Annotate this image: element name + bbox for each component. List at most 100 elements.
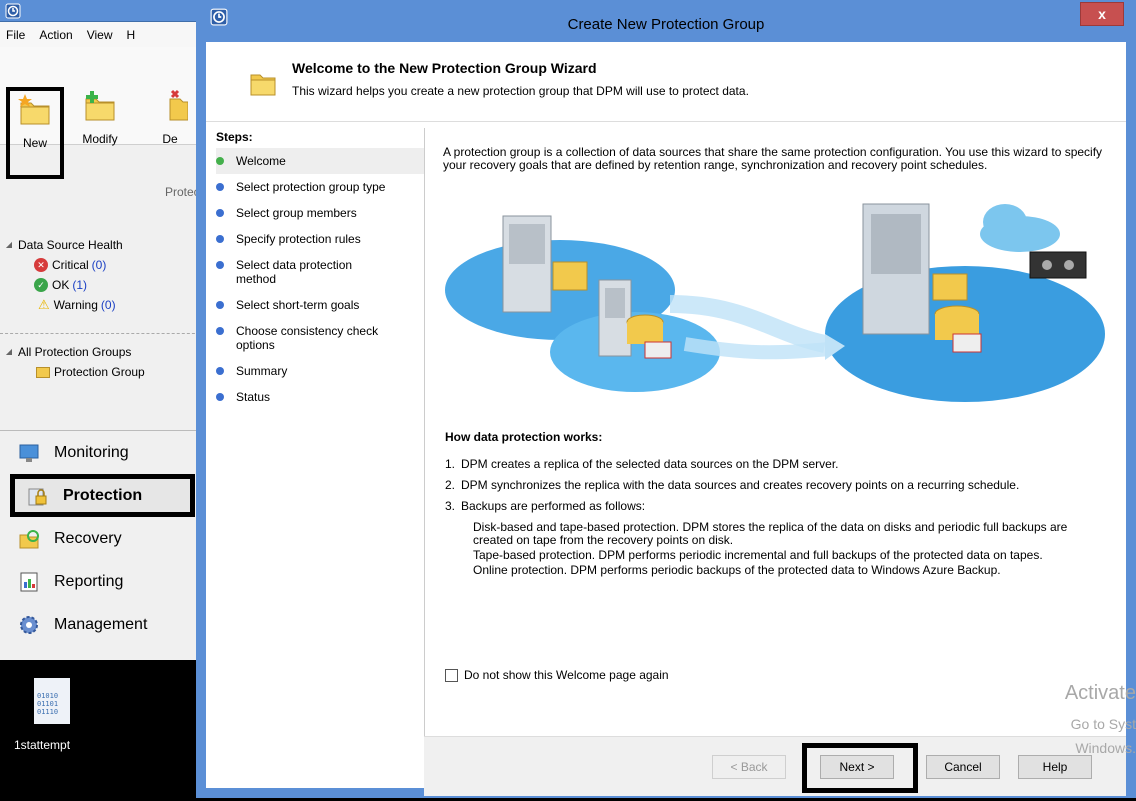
menu-file[interactable]: File [6, 28, 25, 42]
how-item-number: 1. [445, 457, 456, 471]
warning-icon: ⚠ [38, 297, 50, 312]
collapse-caret-icon[interactable]: ◢ [0, 342, 18, 362]
menu-view[interactable]: View [87, 28, 113, 42]
step-short-term-goals[interactable]: Select short-term goals [216, 292, 430, 318]
help-button[interactable]: Help [1018, 755, 1092, 779]
all-protection-groups-node[interactable]: ◢ All Protection Groups [0, 342, 205, 362]
critical-count[interactable]: (0) [92, 255, 107, 275]
how-it-works-section: How data protection works: 1. DPM creates… [445, 430, 1105, 577]
how-item: 3. Backups are performed as follows: [445, 500, 1105, 513]
health-critical-row[interactable]: ✕ Critical (0) [0, 255, 205, 275]
folder-icon [250, 74, 276, 96]
step-dot-icon [216, 367, 224, 375]
wizard-header: Welcome to the New Protection Group Wiza… [206, 42, 1126, 122]
health-ok-row[interactable]: ✓ OK (1) [0, 275, 205, 295]
delete-button-label: De [162, 132, 178, 146]
how-item-text: DPM synchronizes the replica with the da… [461, 478, 1020, 492]
nav-recovery[interactable]: Recovery [0, 517, 205, 560]
step-status[interactable]: Status [216, 384, 430, 410]
back-button[interactable]: < Back [712, 755, 786, 779]
protection-group-icon [36, 366, 50, 378]
menu-action[interactable]: Action [39, 28, 72, 42]
skip-welcome-checkbox[interactable] [445, 668, 458, 682]
wizard-title: Welcome to the New Protection Group Wiza… [292, 60, 597, 76]
desktop-file-icon[interactable]: 01010 01101 01110 1stattempt [14, 678, 104, 752]
nav-protection[interactable]: Protection [10, 474, 195, 517]
cancel-button[interactable]: Cancel [926, 755, 1000, 779]
nav-management[interactable]: Management [0, 603, 205, 646]
step-label: Welcome [236, 154, 286, 168]
protection-group-item[interactable]: Protection Group [0, 362, 205, 382]
step-label: Summary [236, 364, 288, 378]
warning-count[interactable]: (0) [101, 295, 116, 315]
data-source-health-node[interactable]: ◢ Data Source Health [0, 235, 205, 255]
step-label: Select protection group type [236, 180, 386, 194]
how-list: 1. DPM creates a replica of the selected … [445, 458, 1105, 513]
health-warning-row[interactable]: ⚠ Warning (0) [0, 295, 205, 315]
wizard-steps-panel: Steps: Welcome Select protection group t… [216, 130, 430, 760]
modify-protection-group-button[interactable]: Modify [72, 89, 128, 146]
step-summary[interactable]: Summary [216, 358, 430, 384]
console-nav: Monitoring Protection Recovery Reporting… [0, 430, 205, 646]
nav-reporting[interactable]: Reporting [0, 560, 205, 603]
menu-help[interactable]: H [127, 28, 136, 42]
step-label: Choose consistency check options [236, 324, 379, 352]
close-button[interactable]: x [1080, 2, 1124, 26]
nav-protection-label: Protection [63, 486, 143, 504]
collapse-caret-icon[interactable]: ◢ [0, 235, 18, 255]
how-item-text: DPM creates a replica of the selected da… [461, 457, 839, 471]
console-menubar: File Action View H [0, 22, 205, 47]
wizard-subtitle: This wizard helps you create a new prote… [292, 84, 749, 98]
wizard-body: Welcome to the New Protection Group Wiza… [206, 42, 1126, 798]
step-select-type[interactable]: Select protection group type [216, 174, 430, 200]
new-protection-group-button[interactable]: New [6, 87, 64, 179]
modify-folder-icon [85, 91, 115, 121]
backup-detail-tape: Tape-based protection. DPM performs peri… [473, 548, 1043, 562]
step-welcome[interactable]: Welcome [216, 148, 430, 174]
step-protection-rules[interactable]: Specify protection rules [216, 226, 430, 252]
protection-lock-icon [28, 488, 47, 505]
recovery-icon [19, 529, 39, 548]
skip-welcome-checkbox-row[interactable]: Do not show this Welcome page again [445, 668, 669, 682]
intro-text: A protection group is a collection of da… [443, 145, 1103, 172]
new-button-label: New [22, 136, 47, 150]
step-select-members[interactable]: Select group members [216, 200, 430, 226]
step-protection-method[interactable]: Select data protection method [216, 252, 430, 292]
activate-windows-watermark: Activate [1064, 682, 1136, 704]
nav-reporting-label: Reporting [54, 572, 124, 590]
dialog-title: Create New Protection Group [567, 16, 765, 33]
modify-button-label: Modify [82, 132, 118, 146]
dialog-titlebar[interactable]: Create New Protection Group x [196, 0, 1136, 42]
next-button[interactable]: Next > [820, 755, 894, 779]
step-current-dot-icon [216, 157, 224, 165]
delete-icon [169, 89, 189, 121]
step-consistency-check[interactable]: Choose consistency check options [216, 318, 430, 358]
nav-monitoring-label: Monitoring [54, 443, 129, 461]
new-folder-icon [18, 94, 50, 125]
backup-detail-disk-tape: Disk-based and tape-based protection. DP… [473, 520, 1068, 547]
data-protection-illustration [445, 203, 1105, 402]
activate-windows-hint: Windows. [1075, 740, 1136, 756]
how-item: 2. DPM synchronizes the replica with the … [445, 479, 1105, 492]
desktop-file-label: 1stattempt [14, 738, 71, 752]
protection-group-label: Protection Group [54, 365, 145, 379]
steps-heading: Steps: [216, 130, 253, 144]
how-item: 1. DPM creates a replica of the selected … [445, 458, 1105, 471]
delete-protection-group-button[interactable]: De [140, 89, 200, 146]
wizard-content: A protection group is a collection of da… [424, 128, 1126, 738]
warning-label: Warning [53, 298, 98, 312]
step-label: Select data protection method [236, 258, 353, 286]
wizard-footer: < Back Next > Cancel Help [424, 736, 1126, 796]
dpm-console-window: File Action View H New Modify De Protect… [0, 0, 205, 660]
monitoring-icon [19, 444, 39, 462]
how-title: How data protection works: [445, 430, 603, 444]
step-label: Status [236, 390, 271, 404]
ok-count[interactable]: (1) [72, 275, 87, 295]
backup-detail-online: Online protection. DPM performs periodic… [473, 563, 1001, 577]
critical-label: Critical [52, 258, 89, 272]
how-item-text: Backups are performed as follows: [461, 499, 646, 513]
nav-monitoring[interactable]: Monitoring [0, 431, 205, 474]
nav-management-label: Management [54, 615, 148, 633]
step-dot-icon [216, 235, 224, 243]
console-ribbon: New Modify De Protect [0, 47, 205, 199]
